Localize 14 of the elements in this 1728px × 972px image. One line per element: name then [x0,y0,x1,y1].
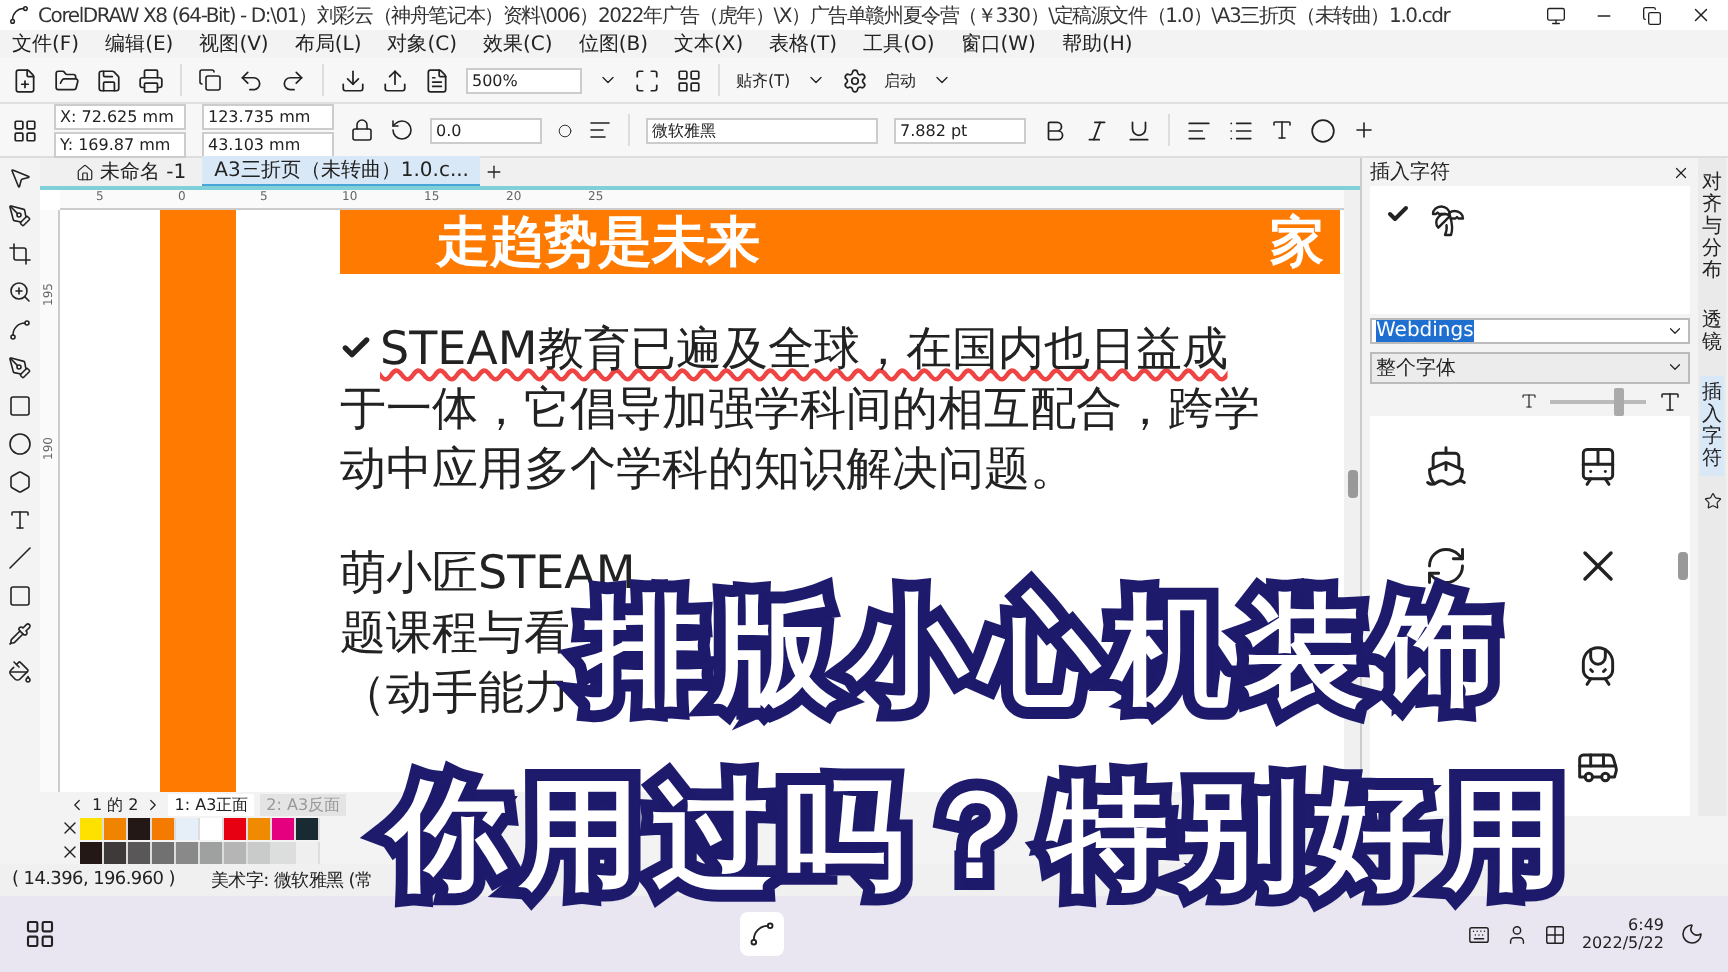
clock-time: 6:49 [1628,916,1664,934]
clock-date: 2022/5/22 [1581,934,1664,952]
caption-text: 你用过吗？特别好用 [372,752,1600,920]
body-text: 动中应用多个学科的知识解决问题。 [340,441,1076,499]
body-text: STEAM教育已遍及全球，在国内也日益成 [380,321,1228,379]
page-counter: 1 的 2 [92,793,139,815]
object-info: 美术字: 微软雅黑 (常 [210,871,373,891]
banner-heading: 家 [1270,210,1324,278]
body-text: 于一体，它倡导加强学科间的相互配合，跨学 [340,381,1260,439]
body-text: 题课程与看 [340,607,570,659]
cursor-coordinates: ( 14.396, 196.960 ) [12,870,175,890]
banner-heading: 走趋势是未来 [436,210,760,278]
window-title: CorelDRAW X8 (64-Bit) - D:\01）刘彩云（神舟笔记本）资料\006）2022年广告（虎年）\X）广告单赣州夏令营（￥330）\定稿源文件（1.0）\A3三折页（未转曲）1.0.cdr [38,3,1453,29]
docker-title: 插入字符 [1370,159,1450,186]
